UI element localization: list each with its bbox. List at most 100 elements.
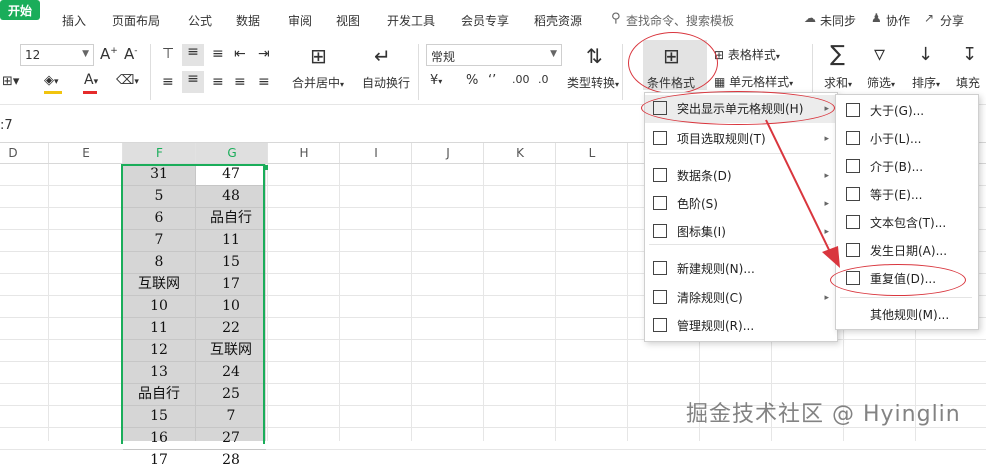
decrease-decimal-icon[interactable]: .0 [538,73,549,86]
border-icon[interactable]: ⊞▾ [2,74,19,89]
tab-member[interactable]: 会员专享 [461,12,509,29]
clear-rules-icon [653,290,667,304]
menu-item-6[interactable]: 清除规则(C) ▸ [645,284,835,312]
share-button[interactable]: 分享 [940,12,964,29]
column-header-f[interactable]: F [122,143,196,163]
column-header-d[interactable]: D [0,143,49,163]
fill-color-icon[interactable]: ◈▾ [44,73,59,88]
tab-view[interactable]: 视图 [336,12,360,29]
clear-format-icon[interactable]: ⌫▾ [116,73,139,88]
font-color-icon[interactable]: A▾ [84,72,98,88]
type-convert-icon[interactable]: ⇅ [586,44,603,68]
fill-color-swatch [44,91,62,94]
menu-item-label: 项目选取规则(T) [677,132,766,146]
ribbon-separator [418,44,419,100]
decrease-font-icon[interactable]: A- [124,45,138,63]
align-center-icon[interactable]: ≡ [182,71,204,93]
font-size-select[interactable]: 12 ▼ [20,44,94,66]
top-rules-icon [653,131,667,145]
tab-page-layout[interactable]: 页面布局 [112,12,160,29]
chevron-down-icon: ▼ [550,49,557,59]
column-gridline [411,164,412,441]
column-header-j[interactable]: J [411,143,484,163]
column-header-i[interactable]: I [339,143,412,163]
merge-center-icon[interactable]: ⊞ [310,44,327,68]
icon-set-icon [653,224,667,238]
tab-data[interactable]: 数据 [236,12,260,29]
font-color-swatch [83,91,97,94]
menu-separator [840,297,972,298]
align-left-icon[interactable]: ≡ [162,74,174,90]
menu-item-label: 色阶(S) [677,197,718,211]
submenu-item-label: 发生日期(A)... [870,244,948,258]
tab-insert[interactable]: 插入 [62,12,86,29]
increase-decimal-icon[interactable]: .00 [512,73,530,86]
sum-icon[interactable]: ∑ [830,42,845,67]
cell-reference[interactable]: :7 [0,118,13,133]
wrap-text-icon[interactable]: ↵ [374,44,391,68]
align-bottom-icon[interactable]: ≡ [212,46,224,62]
tab-formulas[interactable]: 公式 [188,12,212,29]
filter-button[interactable]: 筛选▾ [867,74,895,91]
sync-status-button[interactable]: 未同步 [820,12,856,29]
font-size-value: 12 [25,48,41,62]
align-middle-icon[interactable]: ≡ [182,44,204,66]
sort-icon[interactable]: ↓ [918,44,933,65]
chevron-down-icon: ▼ [82,49,89,59]
increase-font-icon[interactable]: A+ [100,45,118,63]
alignment-group: ⊤ ≡ ≡ ⇤ ⇥ ≡ ≡ ≡ ≡ ≡ [160,44,280,100]
user-icon: ♟ [871,11,882,25]
distributed-icon[interactable]: ≡ [258,74,270,90]
fill-button[interactable]: 填充 [956,74,980,91]
percent-icon[interactable]: % [466,73,478,88]
color-scale-icon [653,196,667,210]
currency-icon[interactable]: ¥▾ [430,73,442,88]
column-gridline [483,164,484,441]
column-header-k[interactable]: K [483,143,556,163]
column-header-e[interactable]: E [48,143,123,163]
manage-rules-icon [653,318,667,332]
justify-icon[interactable]: ≡ [234,74,246,90]
column-header-g[interactable]: G [195,143,268,163]
sum-button[interactable]: 求和▾ [824,74,852,91]
tab-home[interactable]: 开始 [0,0,40,20]
submenu-item-label: 等于(E)... [870,188,923,202]
wrap-text-button[interactable]: 自动换行 [362,74,410,91]
data-bars-icon [653,168,667,182]
column-header-h[interactable]: H [267,143,340,163]
ribbon-separator [150,44,151,100]
annotation-ellipse [628,32,718,94]
menu-item-label: 新建规则(N)... [677,262,755,276]
cell-f[interactable]: 17 [123,449,195,471]
fill-icon[interactable]: ↧ [962,44,977,65]
type-convert-button[interactable]: 类型转换▾ [567,74,619,91]
tab-review[interactable]: 审阅 [288,12,312,29]
number-format-value: 常规 [431,50,456,64]
align-top-icon[interactable]: ⊤ [162,46,174,62]
decrease-indent-icon[interactable]: ⇤ [234,46,246,62]
collaborate-button[interactable]: 协作 [886,12,910,29]
thousands-icon[interactable]: ‘’ [488,73,496,88]
column-gridline [267,164,268,441]
column-header-l[interactable]: L [555,143,628,163]
tab-developer[interactable]: 开发工具 [387,12,435,29]
submenu-item-label: 大于(G)... [870,104,925,118]
search-icon[interactable]: ⚲ [611,11,621,26]
sort-button[interactable]: 排序▾ [912,74,940,91]
watermark: 掘金技术社区 @ Hyinglin [686,402,961,427]
command-search-input[interactable]: 查找命令、搜索模板 [626,12,734,29]
cell-g[interactable]: 28 [196,449,266,471]
filter-icon[interactable]: ▿ [874,42,885,67]
increase-indent-icon[interactable]: ⇥ [258,46,270,62]
merge-center-button[interactable]: 合并居中▾ [292,74,344,91]
align-right-icon[interactable]: ≡ [212,74,224,90]
menu-item-7[interactable]: 管理规则(R)... [645,312,835,340]
cloud-icon: ☁ [804,11,816,25]
tab-docer[interactable]: 稻壳资源 [534,12,582,29]
table-style-button[interactable]: ⊞ 表格样式▾ [714,46,780,63]
fill-handle[interactable] [263,165,268,170]
number-format-select[interactable]: 常规 ▼ [426,44,562,66]
submenu-item-7[interactable]: 其他规则(M)... [836,301,976,329]
column-gridline [555,164,556,441]
cell-style-button[interactable]: ▦ 单元格样式▾ [714,73,793,90]
